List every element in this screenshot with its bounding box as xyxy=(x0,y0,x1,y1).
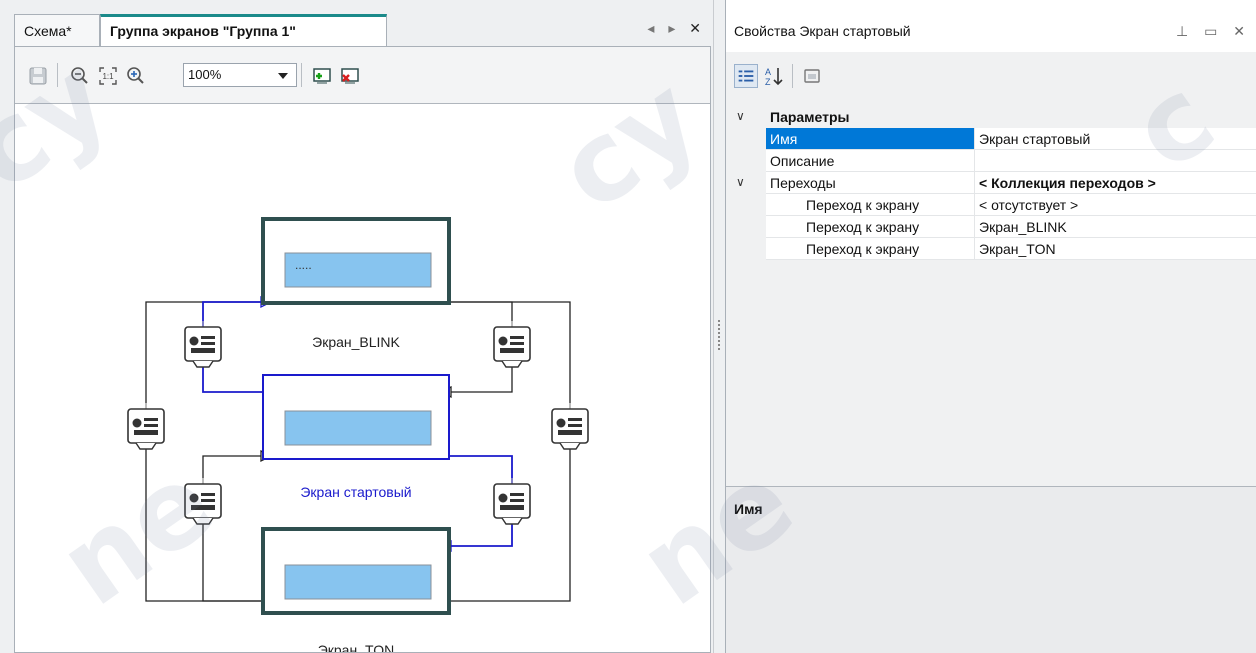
property-row-transition[interactable]: Переход к экрану Экран_BLINK xyxy=(726,216,1256,238)
scroll-right-icon[interactable]: ▸ xyxy=(668,20,675,37)
property-row-transitions[interactable]: ∨ Переходы < Коллекция переходов > xyxy=(726,172,1256,194)
property-grid: ∨ Параметры Имя Экран стартовый Описание… xyxy=(726,100,1256,486)
zoom-dropdown[interactable]: 100% xyxy=(183,63,297,87)
transition-device-icon[interactable] xyxy=(184,478,222,525)
save-icon[interactable] xyxy=(27,65,49,87)
sort-alphabetical-icon[interactable]: A Z xyxy=(762,64,786,88)
tab-schema[interactable]: Схема* xyxy=(14,14,100,46)
property-value[interactable]: Экран стартовый xyxy=(975,128,1256,150)
svg-text:A: A xyxy=(765,67,771,77)
properties-pane: Свойства Экран стартовый ⊥ ▭ ✕ A Z ∨ Пар… xyxy=(725,0,1256,653)
property-description-panel: Имя xyxy=(726,486,1256,653)
transition-device-icon[interactable] xyxy=(127,403,165,450)
property-row-transition[interactable]: Переход к экрану Экран_TON xyxy=(726,238,1256,260)
properties-toolbar: A Z xyxy=(726,52,1256,101)
screen-start-label: Экран стартовый xyxy=(300,484,411,500)
property-value[interactable]: Экран_BLINK xyxy=(975,216,1256,238)
property-label: Описание xyxy=(770,153,835,169)
transition-device-icon[interactable] xyxy=(551,403,589,450)
properties-title: Свойства Экран стартовый xyxy=(734,23,911,39)
screen-blink-label: Экран_BLINK xyxy=(312,334,400,350)
chevron-down-icon[interactable]: ∨ xyxy=(736,109,745,123)
editor-frame: 1:1 100% ..... Экран_BLINK Экран стартов… xyxy=(14,46,711,653)
screen-node-start[interactable] xyxy=(262,374,450,460)
screen-group-diagram: ..... Экран_BLINK Экран стартовый Экран_… xyxy=(127,217,589,652)
tab-screen-group[interactable]: Группа экранов "Группа 1" xyxy=(100,14,387,46)
category-parameters[interactable]: ∨ Параметры xyxy=(726,106,1256,128)
property-value[interactable]: < Коллекция переходов > xyxy=(975,172,1256,194)
property-label: Переход к экрану xyxy=(806,241,920,257)
property-row-description[interactable]: Описание xyxy=(726,150,1256,172)
svg-text:Z: Z xyxy=(765,77,771,87)
maximize-icon[interactable]: ▭ xyxy=(1204,23,1217,39)
close-tab-icon[interactable]: ✕ xyxy=(689,20,701,37)
zoom-actual-size-icon[interactable]: 1:1 xyxy=(97,65,119,87)
property-value[interactable] xyxy=(975,150,1256,172)
screen-ton-label: Экран_TON xyxy=(318,642,395,652)
property-label: Переход к экрану xyxy=(806,219,920,235)
chevron-down-icon[interactable]: ∨ xyxy=(736,175,745,189)
zoom-out-icon[interactable] xyxy=(69,65,91,87)
remove-transition-icon[interactable] xyxy=(339,65,361,87)
diagram-editor-pane: Схема* Группа экранов "Группа 1" ◂ ▸ ✕ 1… xyxy=(0,0,713,653)
screen-blink-display-text: ..... xyxy=(295,258,312,272)
close-icon[interactable]: ✕ xyxy=(1233,23,1245,39)
pane-splitter[interactable] xyxy=(713,0,725,653)
properties-header: Свойства Экран стартовый ⊥ ▭ ✕ xyxy=(726,14,1256,53)
zoom-in-icon[interactable] xyxy=(125,65,147,87)
svg-text:1:1: 1:1 xyxy=(102,72,114,81)
transition-device-icon[interactable] xyxy=(493,321,531,368)
tab-controls: ◂ ▸ ✕ xyxy=(637,20,701,37)
properties-window-controls: ⊥ ▭ ✕ xyxy=(1164,23,1245,40)
categorized-view-icon[interactable] xyxy=(734,64,758,88)
property-value[interactable]: Экран_TON xyxy=(975,238,1256,260)
chevron-down-icon xyxy=(278,73,288,79)
screen-node-blink[interactable]: ..... xyxy=(261,217,451,305)
zoom-value: 100% xyxy=(188,67,222,82)
screen-node-ton[interactable] xyxy=(261,527,451,615)
property-pages-icon[interactable] xyxy=(800,64,824,88)
transition-device-icon[interactable] xyxy=(184,321,222,368)
transition-device-icon[interactable] xyxy=(493,478,531,525)
property-row-name[interactable]: Имя Экран стартовый xyxy=(726,128,1256,150)
editor-tabbar: Схема* Группа экранов "Группа 1" ◂ ▸ ✕ xyxy=(0,14,713,46)
editor-toolbar: 1:1 100% xyxy=(15,47,710,104)
property-label: Переходы xyxy=(770,175,836,191)
property-label: Переход к экрану xyxy=(806,197,920,213)
description-title: Имя xyxy=(734,501,763,517)
pin-icon[interactable]: ⊥ xyxy=(1176,23,1188,39)
diagram-canvas[interactable]: ..... Экран_BLINK Экран стартовый Экран_… xyxy=(15,104,710,652)
property-label: Имя xyxy=(770,131,798,147)
scroll-left-icon[interactable]: ◂ xyxy=(647,20,654,37)
add-transition-icon[interactable] xyxy=(311,65,333,87)
property-value[interactable]: < отсутствует > xyxy=(975,194,1256,216)
property-row-transition[interactable]: Переход к экрану < отсутствует > xyxy=(726,194,1256,216)
